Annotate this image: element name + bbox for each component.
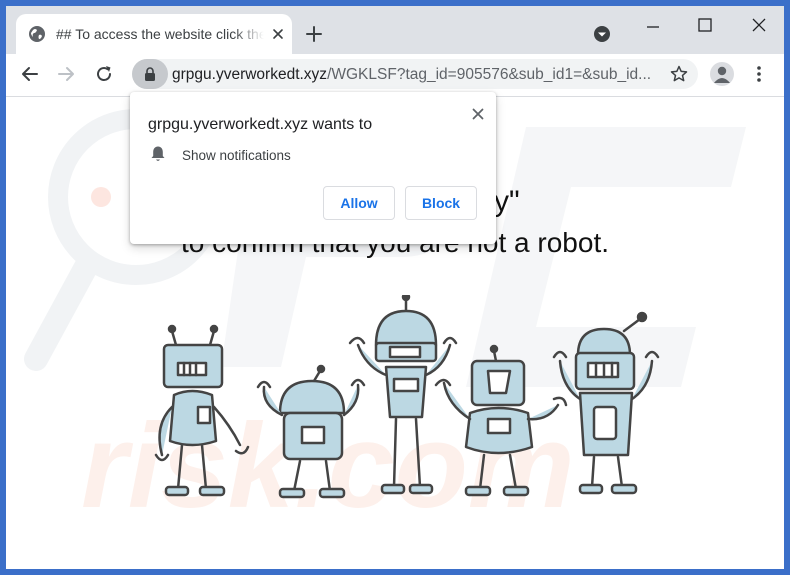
active-tab[interactable]: ## To access the website click the [16, 14, 292, 54]
popup-title: grpgu.yverworkedt.xyz wants to [148, 116, 373, 133]
minimize-icon[interactable] [644, 18, 662, 36]
url-host: grpgu.yverworkedt.xyz [172, 66, 328, 83]
popup-close-icon[interactable] [470, 106, 486, 122]
toolbar: grpgu.yverworkedt.xyz/WGKLSF?tag_id=9055… [6, 54, 784, 97]
reload-icon[interactable] [94, 64, 114, 84]
new-tab-icon[interactable] [304, 24, 324, 44]
profile-avatar[interactable] [710, 62, 734, 86]
tab-strip: ## To access the website click the [6, 6, 784, 54]
robots-illustration [154, 295, 660, 499]
robot-1 [154, 324, 250, 497]
close-tab-icon[interactable] [270, 26, 286, 42]
permission-label: Show notifications [182, 148, 291, 163]
maximize-icon[interactable] [696, 16, 714, 34]
allow-button[interactable]: Allow [323, 186, 395, 220]
url-text[interactable]: grpgu.yverworkedt.xyz/WGKLSF?tag_id=9055… [172, 66, 660, 84]
more-menu-icon[interactable] [750, 65, 768, 83]
tab-title: ## To access the website click the [56, 26, 264, 42]
robot-3 [348, 295, 458, 495]
notification-permission-popup: grpgu.yverworkedt.xyz wants to Show noti… [130, 92, 496, 244]
address-bar[interactable]: grpgu.yverworkedt.xyz/WGKLSF?tag_id=9055… [132, 59, 698, 89]
robot-5 [552, 311, 660, 495]
back-arrow-icon[interactable] [20, 64, 40, 84]
robot-2 [256, 364, 366, 499]
url-path: /WGKLSF?tag_id=905576&sub_id1=&sub_id... [327, 66, 652, 83]
headline-partial: y" [494, 185, 520, 218]
browser-window: ## To access the website click the grpgu… [6, 6, 784, 569]
lock-icon [145, 67, 155, 81]
tab-search-icon[interactable] [593, 25, 611, 43]
site-info-button[interactable] [132, 59, 168, 89]
block-button[interactable]: Block [405, 186, 477, 220]
window-close-icon[interactable] [750, 16, 768, 34]
person-icon [714, 66, 730, 83]
robot-4 [434, 344, 568, 497]
bell-icon [151, 146, 165, 161]
forward-arrow-icon[interactable] [56, 64, 76, 84]
bookmark-star-icon[interactable] [670, 65, 688, 83]
globe-icon [29, 26, 45, 42]
